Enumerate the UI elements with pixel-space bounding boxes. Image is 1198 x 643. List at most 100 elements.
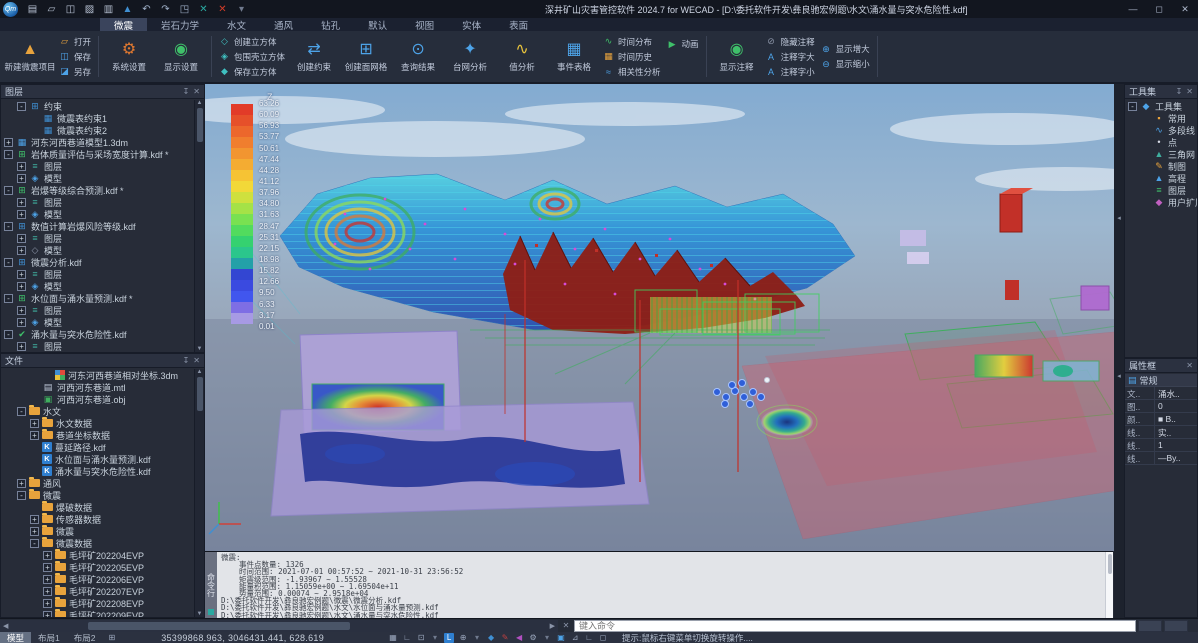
layer-tree-item[interactable]: - ⊞ 数值计算岩爆风险等级.kdf <box>1 220 194 232</box>
status-toggle-icon[interactable]: ▾ <box>542 633 552 643</box>
file-tree-item[interactable]: 河东河西巷道相对坐标.3dm <box>1 369 194 381</box>
restore-button[interactable]: ◻ <box>1146 0 1172 18</box>
status-toggle-icon[interactable]: ▾ <box>430 633 440 643</box>
file-tree-item[interactable]: + 毛坪矿202206EVP <box>1 573 194 585</box>
property-value[interactable]: 实.. <box>1155 426 1197 438</box>
quick-access-icon[interactable]: ▲ <box>119 2 136 16</box>
file-tree-item[interactable]: ▤ 河西河东巷道.mtl <box>1 381 194 393</box>
minimize-button[interactable]: — <box>1120 0 1146 18</box>
tree-expander-icon[interactable]: + <box>43 587 52 596</box>
status-toggle-icon[interactable]: ∟ <box>402 633 412 643</box>
layer-tree-item[interactable]: - ⊞ 水位面与涌水量预测.kdf * <box>1 292 194 304</box>
app-logo[interactable]: Qm <box>3 2 18 17</box>
ribbon-button-save[interactable]: ◫保存 <box>59 50 91 64</box>
property-value[interactable]: 1 <box>1155 439 1197 451</box>
file-tree-item[interactable]: - 水文 <box>1 405 194 417</box>
close-button[interactable]: ✕ <box>1172 0 1198 18</box>
ribbon-button-display-shrink[interactable]: ⊖显示缩小 <box>821 57 870 71</box>
layer-tree-item[interactable]: + ◇ 模型 <box>1 244 194 256</box>
menu-tab[interactable]: 微震 <box>100 18 147 31</box>
property-row[interactable]: 文.. 涌水.. <box>1125 387 1197 400</box>
console-tab[interactable]: 命令行 <box>205 552 217 618</box>
new-layout-icon[interactable]: ⊞ <box>108 633 115 642</box>
status-toggle-icon[interactable]: ⊕ <box>458 633 468 643</box>
ribbon-button-event-table[interactable]: ▦ 事件表格 <box>548 33 600 80</box>
layer-tree-item[interactable]: ▦ 微震表约束2 <box>1 124 194 136</box>
ribbon-button-animation[interactable]: ▶动画 <box>667 37 699 51</box>
layers-scrollbar[interactable]: ▲ ▼ <box>194 100 204 352</box>
file-tree-item[interactable]: + 毛坪矿202207EVP <box>1 585 194 597</box>
quick-access-icon[interactable]: ▱ <box>43 2 60 16</box>
horizontal-scrollbar[interactable]: ◀ ▶ <box>0 620 558 632</box>
tree-expander-icon[interactable]: + <box>43 611 52 618</box>
menu-tab[interactable]: 通风 <box>260 18 307 31</box>
toolset-tree-item[interactable]: ▲ 三角网 <box>1125 148 1197 160</box>
ribbon-button-new-project[interactable]: ▲ 新建微震项目 <box>4 33 56 80</box>
scrollbar-thumb[interactable] <box>88 622 350 630</box>
file-tree-item[interactable]: + 巷道坐标数据 <box>1 429 194 441</box>
file-tree-item[interactable]: + 通风 <box>1 477 194 489</box>
toolset-tree-item[interactable]: ∿ 多段线 <box>1125 124 1197 136</box>
window-grip[interactable] <box>1164 620 1188 632</box>
file-tree-item[interactable]: 爆破数据 <box>1 501 194 513</box>
tree-expander-icon[interactable]: + <box>4 138 13 147</box>
toolset-tree-item[interactable]: ◆ 用户扩展 <box>1125 196 1197 208</box>
menu-tab[interactable]: 视图 <box>401 18 448 31</box>
ribbon-button-value-analysis[interactable]: ∿ 值分析 <box>496 33 548 80</box>
layer-tree-item[interactable]: - ✔ 涌水量与突水危险性.kdf <box>1 328 194 340</box>
quick-access-icon[interactable]: ✕ <box>214 2 231 16</box>
right-panel-splitter[interactable]: ◂ ◂ <box>1114 84 1124 618</box>
tree-expander-icon[interactable]: + <box>30 419 39 428</box>
collapse-panel-icon[interactable]: ◂ <box>1117 214 1121 222</box>
file-tree-item[interactable]: + 毛坪矿202209EVP <box>1 609 194 617</box>
status-toggle-icon[interactable]: ⊡ <box>416 633 426 643</box>
ribbon-button-network-analysis[interactable]: ✦ 台网分析 <box>444 33 496 80</box>
tree-expander-icon[interactable]: + <box>43 575 52 584</box>
quick-access-icon[interactable]: ◳ <box>176 2 193 16</box>
quick-access-icon[interactable]: ◫ <box>62 2 79 16</box>
tree-expander-icon[interactable]: + <box>17 246 26 255</box>
property-row[interactable]: 线.. —By.. <box>1125 452 1197 465</box>
console-scrollbar[interactable] <box>1105 552 1113 618</box>
file-tree-item[interactable]: + 毛坪矿202204EVP <box>1 549 194 561</box>
tree-expander-icon[interactable]: - <box>4 330 13 339</box>
toolset-tree-item[interactable]: - ◆ 工具集 <box>1125 100 1197 112</box>
layer-tree-item[interactable]: + ≡ 图层 <box>1 268 194 280</box>
viewport-3d-scene[interactable] <box>205 84 1114 551</box>
layer-tree-item[interactable]: + ≡ 图层 <box>1 232 194 244</box>
property-value[interactable]: 涌水.. <box>1155 387 1197 399</box>
scroll-down-icon[interactable]: ▼ <box>197 346 203 352</box>
quick-access-icon[interactable]: ✕ <box>195 2 212 16</box>
tree-expander-icon[interactable]: - <box>1128 102 1137 111</box>
layer-tree-item[interactable]: + ≡ 图层 <box>1 196 194 208</box>
scroll-up-icon[interactable]: ▲ <box>197 369 203 375</box>
file-tree-item[interactable]: - 微震数据 <box>1 537 194 549</box>
layer-tree-item[interactable]: - ⊞ 微震分析.kdf <box>1 256 194 268</box>
quick-access-icon[interactable]: ▥ <box>100 2 117 16</box>
property-row[interactable]: 线.. 实.. <box>1125 426 1197 439</box>
ribbon-button-open[interactable]: ▱打开 <box>59 35 91 49</box>
layer-tree-item[interactable]: + ◈ 模型 <box>1 280 194 292</box>
layout-tab[interactable]: 布局1 <box>31 632 67 643</box>
layer-tree-item[interactable]: ▦ 微震表约束1 <box>1 112 194 124</box>
ribbon-button-time-history[interactable]: ▦时间历史 <box>603 50 661 64</box>
quick-access-icon[interactable]: ▾ <box>233 2 250 16</box>
layer-tree-item[interactable]: - ⊞ 岩体质量评估与采场宽度计算.kdf * <box>1 148 194 160</box>
status-toggle-icon[interactable]: L <box>444 633 454 643</box>
ribbon-button-display-settings[interactable]: ◉ 显示设置 <box>155 33 207 80</box>
file-tree-item[interactable]: K 水位面与涌水量预测.kdf <box>1 453 194 465</box>
close-icon[interactable]: ✕ <box>1186 361 1193 370</box>
ribbon-button-annotation-font-smaller[interactable]: A注释字小 <box>766 65 815 79</box>
quick-access-icon[interactable]: ↶ <box>138 2 155 16</box>
quick-access-icon[interactable]: ▤ <box>24 2 41 16</box>
status-toggle-icon[interactable]: ⚙ <box>528 633 538 643</box>
tree-expander-icon[interactable]: + <box>17 282 26 291</box>
status-toggle-icon[interactable]: ▣ <box>556 633 566 643</box>
layer-tree-item[interactable]: + ≡ 图层 <box>1 340 194 352</box>
scroll-up-icon[interactable]: ▲ <box>197 100 203 106</box>
tree-expander-icon[interactable]: + <box>17 162 26 171</box>
tree-expander-icon[interactable]: + <box>17 479 26 488</box>
property-value[interactable]: ■ B.. <box>1155 413 1197 425</box>
tree-expander-icon[interactable]: + <box>17 198 26 207</box>
layout-tab[interactable]: 布局2 <box>67 632 103 643</box>
